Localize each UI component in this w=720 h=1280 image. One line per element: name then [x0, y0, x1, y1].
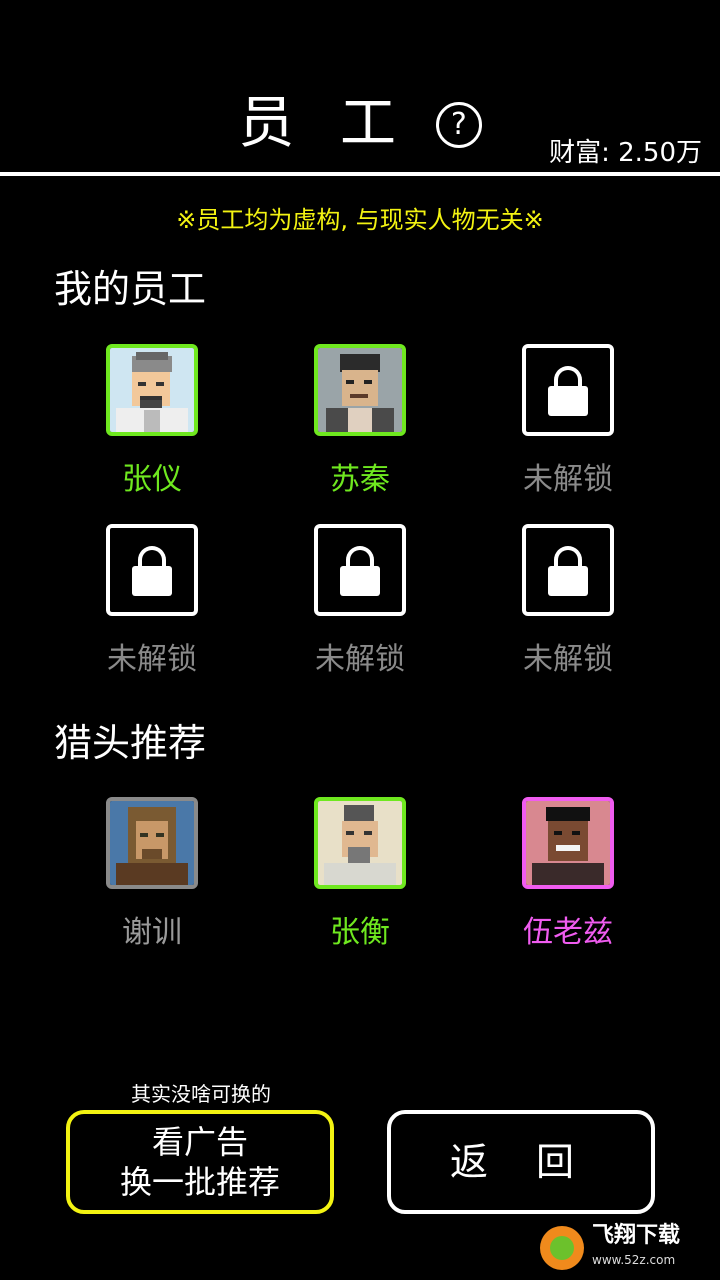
lock-icon — [132, 546, 172, 596]
back-button[interactable]: 返 回 — [387, 1110, 655, 1214]
staff-slot-6[interactable]: 未解锁 — [468, 524, 668, 678]
candidate-slot-3[interactable]: 伍老兹 — [468, 797, 668, 951]
locked-slot-frame[interactable] — [522, 524, 614, 616]
staff-name: 苏秦 — [330, 462, 390, 497]
ad-button-line2: 换一批推荐 — [119, 1163, 280, 1201]
candidate-name: 伍老兹 — [523, 915, 613, 950]
headhunter-heading: 猎头推荐 — [54, 721, 207, 765]
staff-portrait[interactable] — [106, 344, 198, 436]
page-title-text: 员 工 — [238, 91, 410, 156]
candidate-slot-2[interactable]: 张衡 — [260, 797, 460, 951]
ad-button-line1: 看广告 — [151, 1123, 248, 1161]
wealth-display: 财富: 2.50万 — [549, 138, 702, 168]
portrait-icon — [110, 348, 194, 432]
candidate-slot-1[interactable]: 谢训 — [52, 797, 252, 951]
portrait-icon — [318, 348, 402, 432]
candidate-portrait[interactable] — [522, 797, 614, 889]
staff-name: 未解锁 — [315, 642, 405, 677]
staff-slot-2[interactable]: 苏秦 — [260, 344, 460, 498]
lock-icon — [548, 366, 588, 416]
staff-slot-1[interactable]: 张仪 — [52, 344, 252, 498]
my-staff-heading: 我的员工 — [54, 267, 207, 311]
portrait-icon — [526, 801, 610, 885]
locked-slot-frame[interactable] — [314, 524, 406, 616]
portrait-icon — [318, 801, 402, 885]
candidate-name: 张衡 — [330, 915, 390, 950]
watch-ad-refresh-button[interactable]: 看广告 换一批推荐 — [66, 1110, 334, 1214]
staff-portrait[interactable] — [314, 344, 406, 436]
help-icon[interactable]: ? — [435, 102, 482, 148]
staff-slot-4[interactable]: 未解锁 — [52, 524, 252, 678]
candidate-name: 谢训 — [122, 915, 182, 950]
watermark-url: www.52z.com — [592, 1253, 676, 1267]
back-button-label: 返 回 — [449, 1140, 593, 1184]
staff-name: 未解锁 — [107, 642, 197, 677]
portrait-icon — [110, 801, 194, 885]
lock-icon — [548, 546, 588, 596]
refresh-hint: 其实没啥可换的 — [131, 1082, 271, 1106]
staff-name: 未解锁 — [523, 642, 613, 677]
header-divider — [0, 172, 720, 176]
candidate-portrait[interactable] — [106, 797, 198, 889]
staff-name: 张仪 — [122, 462, 182, 497]
staff-slot-3[interactable]: 未解锁 — [468, 344, 668, 498]
watermark-text: 飞翔下载 — [592, 1223, 681, 1248]
lock-icon — [340, 546, 380, 596]
locked-slot-frame[interactable] — [522, 344, 614, 436]
watermark-logo-icon — [540, 1226, 584, 1270]
fiction-notice: ※员工均为虚构, 与现实人物无关※ — [176, 206, 544, 234]
staff-name: 未解锁 — [523, 462, 613, 497]
staff-slot-5[interactable]: 未解锁 — [260, 524, 460, 678]
locked-slot-frame[interactable] — [106, 524, 198, 616]
candidate-portrait[interactable] — [314, 797, 406, 889]
site-watermark: 飞翔下载 www.52z.com — [540, 1222, 716, 1274]
